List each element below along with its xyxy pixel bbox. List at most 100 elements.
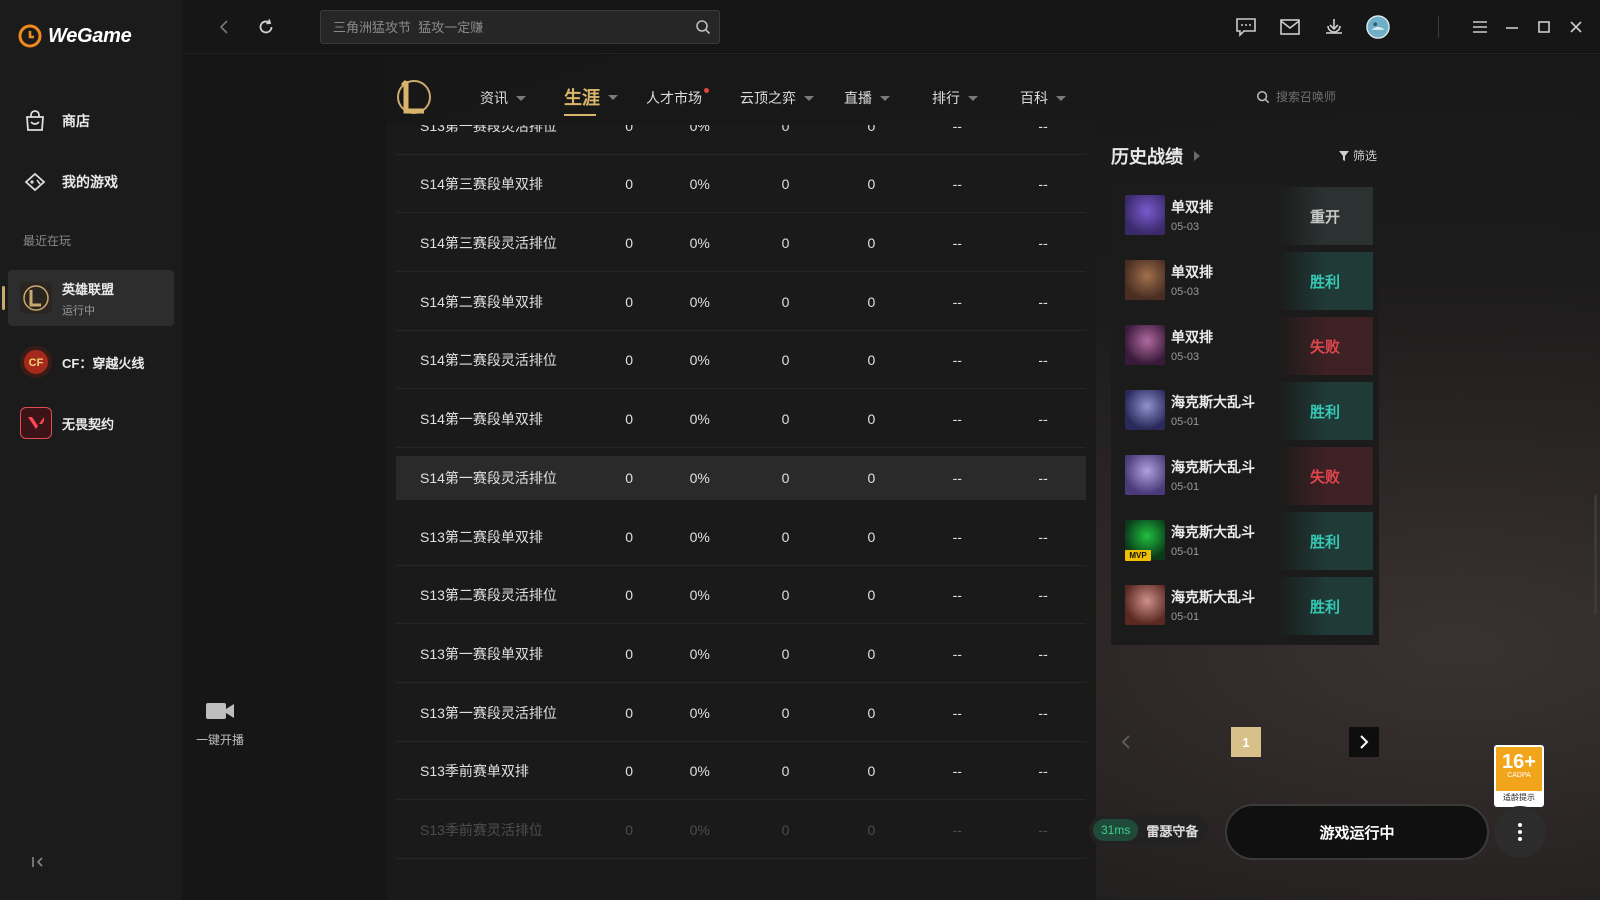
nav-store[interactable]: 商店 — [22, 108, 90, 134]
match-item[interactable]: 海克斯大乱斗 05-01 胜利 — [1111, 577, 1379, 635]
game-item-lol[interactable]: 英雄联盟 运行中 — [2, 270, 174, 326]
topbar — [182, 0, 1600, 54]
cf-icon: CF — [20, 346, 52, 378]
refresh-button[interactable] — [254, 15, 278, 39]
stat-cell: 0 — [867, 234, 876, 251]
stat-cell: 0 — [625, 528, 634, 545]
stat-cell: 0% — [689, 762, 710, 779]
stat-cell: 0 — [781, 821, 790, 838]
server-name: 雷瑟守备 — [1146, 823, 1199, 839]
nav-my-games[interactable]: 我的游戏 — [22, 169, 118, 195]
one-click-broadcast[interactable]: 一键开播 — [188, 700, 252, 748]
download-button[interactable] — [1322, 15, 1346, 39]
table-row[interactable]: S13季前赛单双排 0 0% 0 0 -- -- — [396, 742, 1086, 800]
filter-icon — [1339, 150, 1349, 161]
history-title[interactable]: 历史战绩 — [1111, 143, 1201, 169]
broadcast-label: 一键开播 — [195, 733, 244, 747]
table-row[interactable]: S14第三赛段单双排 0 0% 0 0 -- -- — [396, 155, 1086, 213]
lol-logo-icon[interactable] — [394, 75, 432, 119]
search-input[interactable] — [321, 11, 681, 43]
stat-cell: 0 — [867, 470, 876, 486]
table-row[interactable]: S13第一赛段灵活排位 0 0% 0 0 -- -- — [396, 125, 1086, 155]
tab-news[interactable]: 资讯 — [480, 88, 526, 108]
close-button[interactable] — [1564, 15, 1588, 39]
stat-cell: 0 — [781, 470, 790, 486]
download-icon — [1326, 19, 1342, 34]
next-page-button[interactable] — [1349, 727, 1379, 757]
table-row[interactable]: S13第一赛段单双排 0 0% 0 0 -- -- — [396, 625, 1086, 683]
stat-cell: 0 — [625, 293, 634, 310]
stat-cell: 0 — [867, 175, 876, 192]
stat-cell: 0% — [689, 125, 710, 134]
tab-tft[interactable]: 云顶之弈 — [740, 88, 814, 108]
match-mode: 海克斯大乱斗 — [1171, 524, 1255, 540]
match-item[interactable]: 单双排 05-03 重开 — [1111, 187, 1379, 245]
back-button[interactable] — [212, 15, 236, 39]
stat-cell: 0% — [689, 586, 710, 603]
table-row[interactable]: S14第一赛段灵活排位 0 0% 0 0 -- -- — [396, 456, 1086, 500]
more-options-button[interactable] — [1494, 806, 1546, 858]
prev-page-button[interactable] — [1111, 727, 1141, 757]
svg-text:CF: CF — [29, 357, 44, 369]
queue-name: S14第二赛段单双排 — [420, 293, 543, 310]
mail-button[interactable] — [1278, 15, 1302, 39]
match-list: 单双排 05-03 重开 单双排 05-03 胜利 单双排 05-03 失败 海克斯大乱斗 05-0… — [1111, 181, 1379, 645]
table-row[interactable]: S14第一赛段单双排 0 0% 0 0 -- -- — [396, 390, 1086, 448]
match-item[interactable]: 海克斯大乱斗 05-01 胜利 — [1111, 382, 1379, 440]
scrollbar[interactable] — [1594, 495, 1597, 615]
server-status[interactable]: 31ms 雷瑟守备 — [1089, 815, 1209, 845]
champion-avatar — [1125, 585, 1165, 625]
game-item-cf[interactable]: CF CF：穿越火线 — [8, 334, 174, 390]
chat-button[interactable] — [1234, 15, 1258, 39]
stat-cell: -- — [952, 528, 962, 545]
search-icon[interactable] — [695, 19, 711, 35]
stat-cell: -- — [1038, 645, 1048, 662]
refresh-icon — [259, 19, 273, 34]
match-mode: 海克斯大乱斗 — [1171, 589, 1255, 605]
match-item[interactable]: 海克斯大乱斗 05-01 失败 — [1111, 447, 1379, 505]
match-item[interactable]: MVP 海克斯大乱斗 05-01 胜利 — [1111, 512, 1379, 570]
stat-cell: -- — [952, 704, 962, 721]
collapse-sidebar-icon[interactable] — [30, 854, 46, 870]
table-row[interactable]: S14第二赛段单双排 0 0% 0 0 -- -- — [396, 273, 1086, 331]
main-content: 一键开播 资讯 生涯 人才市场 云顶之弈 直播 排行 百科 搜索召唤师 S13第… — [182, 55, 1600, 900]
sidebar: WeGame 商店 我的游戏 最近在玩 英雄联盟 运行中 CF CF：穿越火线 … — [0, 0, 182, 900]
filter-button[interactable]: 筛选 — [1339, 147, 1377, 164]
wegame-logo[interactable]: WeGame — [18, 24, 132, 48]
table-row[interactable]: S14第二赛段灵活排位 0 0% 0 0 -- -- — [396, 331, 1086, 389]
nav-my-games-label: 我的游戏 — [62, 174, 118, 190]
chevron-down-icon — [968, 95, 978, 101]
tab-label: 直播 — [844, 90, 872, 106]
tab-talent-market[interactable]: 人才市场 — [646, 88, 709, 108]
table-row[interactable]: S13第二赛段灵活排位 0 0% 0 0 -- -- — [396, 566, 1086, 624]
stat-cell: 0% — [689, 470, 710, 486]
stat-cell: 0 — [625, 351, 634, 368]
game-running-button[interactable]: 游戏运行中 — [1225, 804, 1489, 860]
tab-live[interactable]: 直播 — [844, 88, 890, 108]
stat-cell: 0% — [689, 410, 710, 427]
minimize-button[interactable] — [1500, 15, 1524, 39]
stat-cell: 0 — [625, 410, 634, 427]
stat-cell: 0 — [625, 645, 634, 662]
stat-cell: 0 — [867, 125, 876, 134]
maximize-button[interactable] — [1532, 15, 1556, 39]
tab-career[interactable]: 生涯 — [564, 84, 618, 116]
avatar[interactable] — [1366, 15, 1390, 39]
summoner-search[interactable]: 搜索召唤师 — [1256, 88, 1336, 105]
stat-cell: 0% — [689, 821, 710, 838]
champion-avatar — [1125, 260, 1165, 300]
stat-cell: 0 — [781, 293, 790, 310]
queue-name: S13第一赛段灵活排位 — [420, 125, 557, 134]
match-item[interactable]: 单双排 05-03 失败 — [1111, 317, 1379, 375]
match-mode: 海克斯大乱斗 — [1171, 459, 1255, 475]
tab-ranking[interactable]: 排行 — [932, 88, 978, 108]
table-row[interactable]: S13第一赛段灵活排位 0 0% 0 0 -- -- — [396, 684, 1086, 742]
table-row[interactable]: S13季前赛灵活排位 0 0% 0 0 -- -- — [396, 801, 1086, 859]
match-item[interactable]: 单双排 05-03 胜利 — [1111, 252, 1379, 310]
page-number[interactable]: 1 — [1231, 727, 1261, 757]
game-item-valorant[interactable]: 无畏契约 — [8, 395, 174, 451]
table-row[interactable]: S14第三赛段灵活排位 0 0% 0 0 -- -- — [396, 214, 1086, 272]
menu-button[interactable] — [1468, 15, 1492, 39]
tab-wiki[interactable]: 百科 — [1020, 88, 1066, 108]
table-row[interactable]: S13第二赛段单双排 0 0% 0 0 -- -- — [396, 508, 1086, 566]
